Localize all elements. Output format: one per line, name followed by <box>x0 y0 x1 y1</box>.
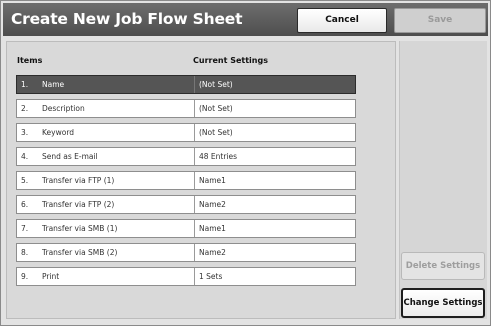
row-item-name: Transfer via SMB (2) <box>42 248 118 257</box>
table-row[interactable]: 5. Transfer via FTP (1) Name1 <box>16 171 356 190</box>
column-divider <box>194 268 195 285</box>
table-row[interactable]: 1. Name (Not Set) <box>16 75 356 94</box>
page-title: Create New Job Flow Sheet <box>11 10 243 28</box>
save-button[interactable]: Save <box>394 8 486 33</box>
row-number: 5. <box>21 176 29 185</box>
job-flow-dialog: Create New Job Flow Sheet Cancel Save It… <box>0 0 491 326</box>
column-divider <box>194 124 195 141</box>
table-row[interactable]: 6. Transfer via FTP (2) Name2 <box>16 195 356 214</box>
row-current-setting: Name1 <box>199 224 226 233</box>
row-number: 2. <box>21 104 29 113</box>
row-current-setting: (Not Set) <box>199 128 233 137</box>
row-number: 3. <box>21 128 29 137</box>
row-current-setting: (Not Set) <box>199 80 233 89</box>
row-number: 9. <box>21 272 29 281</box>
table-row[interactable]: 4. Send as E-mail 48 Entries <box>16 147 356 166</box>
row-item-name: Transfer via SMB (1) <box>42 224 118 233</box>
row-item-name: Transfer via FTP (2) <box>42 200 115 209</box>
row-current-setting: 48 Entries <box>199 152 238 161</box>
row-current-setting: (Not Set) <box>199 104 233 113</box>
table-row[interactable]: 3. Keyword (Not Set) <box>16 123 356 142</box>
cancel-button[interactable]: Cancel <box>297 8 387 33</box>
row-current-setting: Name2 <box>199 248 226 257</box>
row-current-setting: Name1 <box>199 176 226 185</box>
row-item-name: Description <box>42 104 85 113</box>
column-divider <box>194 76 195 93</box>
row-number: 4. <box>21 152 29 161</box>
table-row[interactable]: 9. Print 1 Sets <box>16 267 356 286</box>
row-number: 8. <box>21 248 29 257</box>
row-current-setting: 1 Sets <box>199 272 223 281</box>
row-number: 1. <box>21 80 29 89</box>
column-divider <box>194 244 195 261</box>
table-row[interactable]: 2. Description (Not Set) <box>16 99 356 118</box>
row-number: 6. <box>21 200 29 209</box>
column-header-items: Items <box>17 56 43 65</box>
row-item-name: Print <box>42 272 60 281</box>
column-divider <box>194 148 195 165</box>
column-divider <box>194 196 195 213</box>
row-number: 7. <box>21 224 29 233</box>
row-item-name: Name <box>42 80 65 89</box>
change-settings-button[interactable]: Change Settings <box>401 288 485 318</box>
column-divider <box>194 172 195 189</box>
column-divider <box>194 220 195 237</box>
delete-settings-button[interactable]: Delete Settings <box>401 252 485 280</box>
settings-panel: Items Current Settings 1. Name (Not Set)… <box>6 41 396 319</box>
row-item-name: Send as E-mail <box>42 152 98 161</box>
column-header-current-settings: Current Settings <box>193 56 268 65</box>
title-bar: Create New Job Flow Sheet Cancel Save <box>3 3 488 36</box>
table-row[interactable]: 7. Transfer via SMB (1) Name1 <box>16 219 356 238</box>
row-item-name: Keyword <box>42 128 75 137</box>
row-current-setting: Name2 <box>199 200 226 209</box>
row-item-name: Transfer via FTP (1) <box>42 176 115 185</box>
table-row[interactable]: 8. Transfer via SMB (2) Name2 <box>16 243 356 262</box>
column-divider <box>194 100 195 117</box>
